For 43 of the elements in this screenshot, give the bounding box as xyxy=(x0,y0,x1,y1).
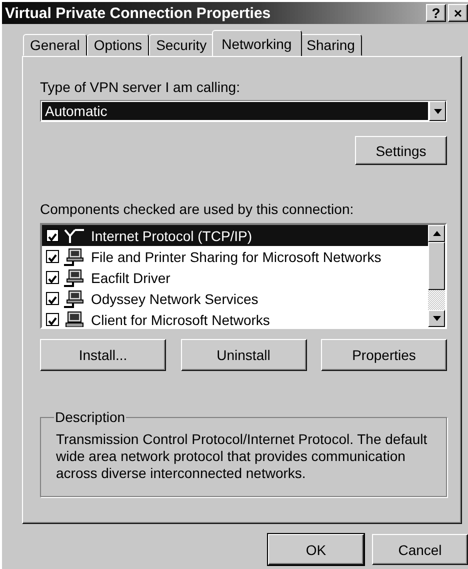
tab[interactable]: General xyxy=(23,34,87,56)
ok-button[interactable]: OK xyxy=(268,534,364,565)
checkbox[interactable] xyxy=(46,229,59,242)
component-item[interactable]: Odyssey Network Services xyxy=(42,288,428,309)
tab[interactable]: Security xyxy=(149,34,214,56)
vpn-type-label: Type of VPN server I am calling: xyxy=(40,79,241,95)
scroll-up-icon xyxy=(432,231,440,236)
checkbox[interactable] xyxy=(46,292,59,305)
help-button[interactable]: ? xyxy=(426,4,446,22)
computer-icon xyxy=(63,310,85,327)
properties-button[interactable]: Properties xyxy=(321,339,447,371)
component-name: File and Printer Sharing for Microsoft Networks xyxy=(90,248,382,264)
checkbox[interactable] xyxy=(46,313,59,326)
components-label: Components checked are used by this connection: xyxy=(40,201,355,217)
dropdown-arrow-icon xyxy=(434,108,442,114)
computer-network-icon xyxy=(63,268,85,286)
window-title: Virtual Private Connection Properties xyxy=(5,4,272,22)
scroll-down-icon xyxy=(432,316,440,321)
uninstall-button[interactable]: Uninstall xyxy=(180,339,306,371)
network-connector-icon xyxy=(63,228,85,244)
close-button[interactable]: × xyxy=(448,4,468,22)
cancel-button[interactable]: Cancel xyxy=(372,534,468,565)
computer-network-icon xyxy=(63,248,85,266)
component-item[interactable]: File and Printer Sharing for Microsoft Networks xyxy=(42,246,428,267)
settings-button[interactable]: Settings xyxy=(355,136,447,165)
component-name: Eacfilt Driver xyxy=(90,270,172,286)
checkbox[interactable] xyxy=(46,250,59,263)
vpn-type-dropdown[interactable]: Automatic xyxy=(40,100,447,122)
description-text: Transmission Control Protocol/Internet Protocol. The default wide area network protocol that provides communication across diverse interconnected networks. xyxy=(56,431,428,482)
tab[interactable]: Sharing xyxy=(300,34,362,56)
install-button[interactable]: Install... xyxy=(40,339,166,371)
description-title: Description xyxy=(54,409,126,425)
component-item[interactable]: Client for Microsoft Networks xyxy=(42,309,428,327)
component-name: Internet Protocol (TCP/IP) xyxy=(90,228,254,244)
tab[interactable]: Networking xyxy=(212,30,302,56)
component-item[interactable]: Eacfilt Driver xyxy=(42,267,428,288)
scrollbar[interactable] xyxy=(428,225,445,327)
tab[interactable]: Options xyxy=(86,34,150,56)
component-item[interactable]: Internet Protocol (TCP/IP) xyxy=(42,225,428,246)
computer-network-icon xyxy=(63,290,85,308)
checkbox[interactable] xyxy=(46,271,59,284)
component-name: Odyssey Network Services xyxy=(90,290,260,306)
component-name: Client for Microsoft Networks xyxy=(90,312,271,327)
